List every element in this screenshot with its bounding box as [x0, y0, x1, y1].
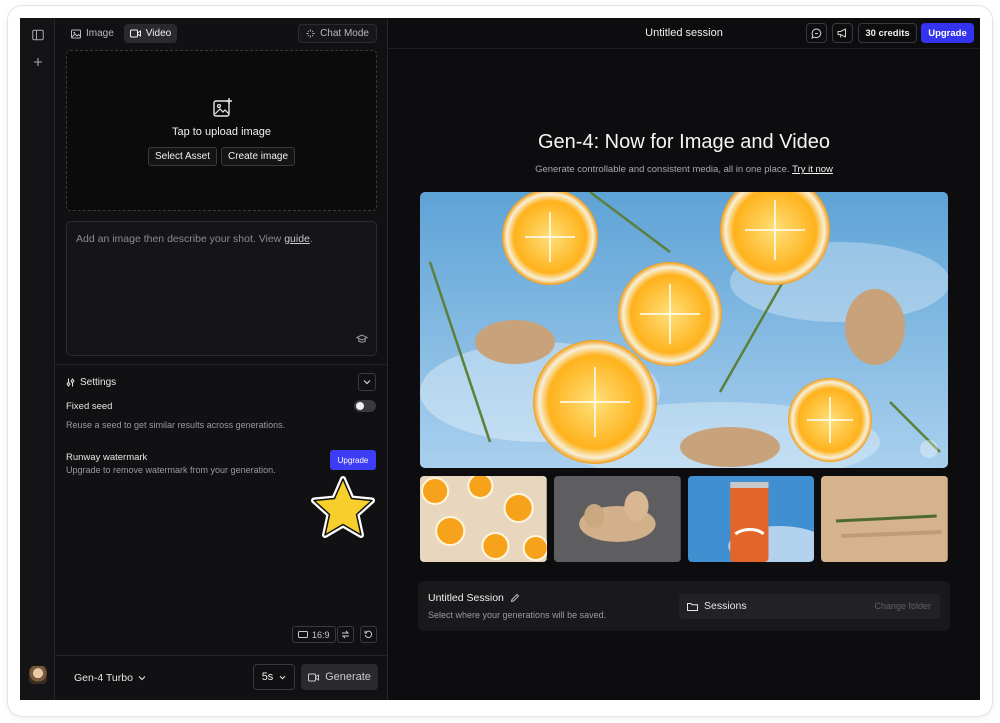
- watermark-description: Upgrade to remove watermark from your ge…: [66, 465, 276, 475]
- duration-select[interactable]: 5s: [253, 664, 295, 690]
- session-card-subtitle: Select where your generations will be sa…: [428, 610, 607, 620]
- add-image-icon: [213, 98, 232, 117]
- hero-illustration: [420, 192, 948, 468]
- chat-feedback-button[interactable]: [806, 23, 827, 43]
- generate-bar: Gen-4 Turbo 5s Generate: [55, 655, 388, 700]
- generate-label: Generate: [325, 671, 371, 683]
- change-folder-button[interactable]: Change folder: [874, 601, 931, 611]
- generation-panel: Image Video Chat Mode Tap to upload imag…: [55, 18, 388, 700]
- prompt-placeholder: Add an image then describe your shot. Vi…: [76, 233, 313, 245]
- guide-link[interactable]: guide: [284, 233, 310, 245]
- tab-image-label: Image: [86, 28, 114, 39]
- watermark-title: Runway watermark: [66, 452, 148, 463]
- generate-button[interactable]: Generate: [301, 664, 378, 690]
- sidebar-toggle-icon[interactable]: [29, 26, 47, 44]
- create-image-button[interactable]: Create image: [221, 147, 296, 166]
- credits-badge[interactable]: 30 credits: [858, 23, 917, 43]
- play-icon[interactable]: [920, 440, 938, 458]
- duration-label: 5s: [261, 671, 274, 683]
- sliders-icon: [66, 378, 75, 387]
- top-bar: Untitled session 30 credits Upgrade: [388, 18, 980, 49]
- fixed-seed-description: Reuse a seed to get similar results acro…: [66, 420, 286, 430]
- try-it-now-link[interactable]: Try it now: [792, 164, 833, 175]
- settings-label: Settings: [80, 377, 117, 388]
- video-icon: [129, 29, 141, 38]
- chevron-down-icon: [138, 676, 146, 681]
- sessions-folder-select[interactable]: Sessions Change folder: [679, 594, 940, 619]
- left-rail: [20, 18, 55, 700]
- chevron-down-icon: [279, 675, 286, 679]
- thumbnail-oranges[interactable]: [420, 476, 547, 562]
- sessions-label: Sessions: [704, 600, 747, 612]
- plus-icon[interactable]: [29, 53, 47, 71]
- chevron-down-icon: [363, 380, 371, 385]
- image-upload-zone[interactable]: Tap to upload image Select Asset Create …: [66, 50, 377, 211]
- swap-icon: [341, 630, 350, 639]
- thumbnail-can[interactable]: [687, 476, 815, 562]
- promo-subline: Generate controllable and consistent med…: [388, 164, 980, 175]
- app-window: Image Video Chat Mode Tap to upload imag…: [20, 18, 980, 700]
- aspect-ratio-icon: [298, 631, 308, 638]
- promo-subline-text: Generate controllable and consistent med…: [535, 164, 790, 175]
- example-thumbnails: [420, 476, 948, 562]
- chat-mode-label: Chat Mode: [320, 28, 369, 39]
- tab-video[interactable]: Video: [123, 24, 178, 43]
- hero-image[interactable]: [420, 192, 948, 468]
- prompt-textarea[interactable]: Add an image then describe your shot. Vi…: [66, 221, 377, 356]
- session-name[interactable]: Untitled Session: [428, 592, 504, 604]
- announcements-button[interactable]: [832, 23, 853, 43]
- swap-settings-button[interactable]: [337, 626, 354, 643]
- select-asset-button[interactable]: Select Asset: [147, 147, 217, 166]
- avatar[interactable]: [29, 666, 47, 684]
- thumbnail-rosemary[interactable]: [821, 476, 948, 562]
- image-icon: [71, 29, 81, 38]
- settings-collapse-button[interactable]: [358, 373, 376, 391]
- fixed-seed-toggle[interactable]: [354, 400, 376, 412]
- folder-icon: [687, 602, 698, 611]
- upload-title: Tap to upload image: [171, 126, 272, 138]
- sessions-label-group: Sessions: [687, 600, 747, 612]
- aspect-ratio-button[interactable]: 16:9: [292, 626, 336, 643]
- session-card-title: Untitled Session: [428, 592, 520, 604]
- reset-icon: [364, 630, 373, 639]
- pencil-icon[interactable]: [510, 593, 520, 603]
- promo-headline: Gen-4: Now for Image and Video: [537, 131, 831, 153]
- chat-mode-button[interactable]: Chat Mode: [298, 24, 377, 43]
- star-sticker-icon: [311, 476, 375, 538]
- thumbnail-ginger[interactable]: [553, 476, 681, 562]
- chat-bubble-icon: [811, 27, 822, 39]
- model-label: Gen-4 Turbo: [74, 672, 133, 684]
- tab-image[interactable]: Image: [65, 24, 120, 43]
- settings-header: Settings: [66, 377, 116, 388]
- main-area: Untitled session 30 credits Upgrade Gen-…: [388, 18, 980, 700]
- fixed-seed-title: Fixed seed: [66, 401, 113, 412]
- divider: [55, 364, 388, 365]
- aspect-ratio-label: 16:9: [312, 629, 330, 640]
- session-card: Untitled Session Select where your gener…: [418, 581, 950, 631]
- watermark-upgrade-button[interactable]: Upgrade: [330, 450, 376, 470]
- upgrade-button[interactable]: Upgrade: [921, 23, 974, 43]
- upload-actions: Select Asset Create image: [67, 147, 376, 166]
- prompt-placeholder-end: .: [309, 233, 313, 245]
- model-select[interactable]: Gen-4 Turbo: [74, 672, 146, 684]
- graduation-cap-icon[interactable]: [356, 333, 368, 345]
- video-icon: [308, 673, 320, 681]
- mode-tabs: Image Video: [65, 24, 178, 43]
- prompt-placeholder-text: Add an image then describe your shot. Vi…: [76, 233, 285, 245]
- sparkle-icon: [306, 29, 315, 38]
- reset-button[interactable]: [360, 626, 377, 643]
- tab-video-label: Video: [145, 28, 172, 39]
- megaphone-icon: [837, 28, 846, 38]
